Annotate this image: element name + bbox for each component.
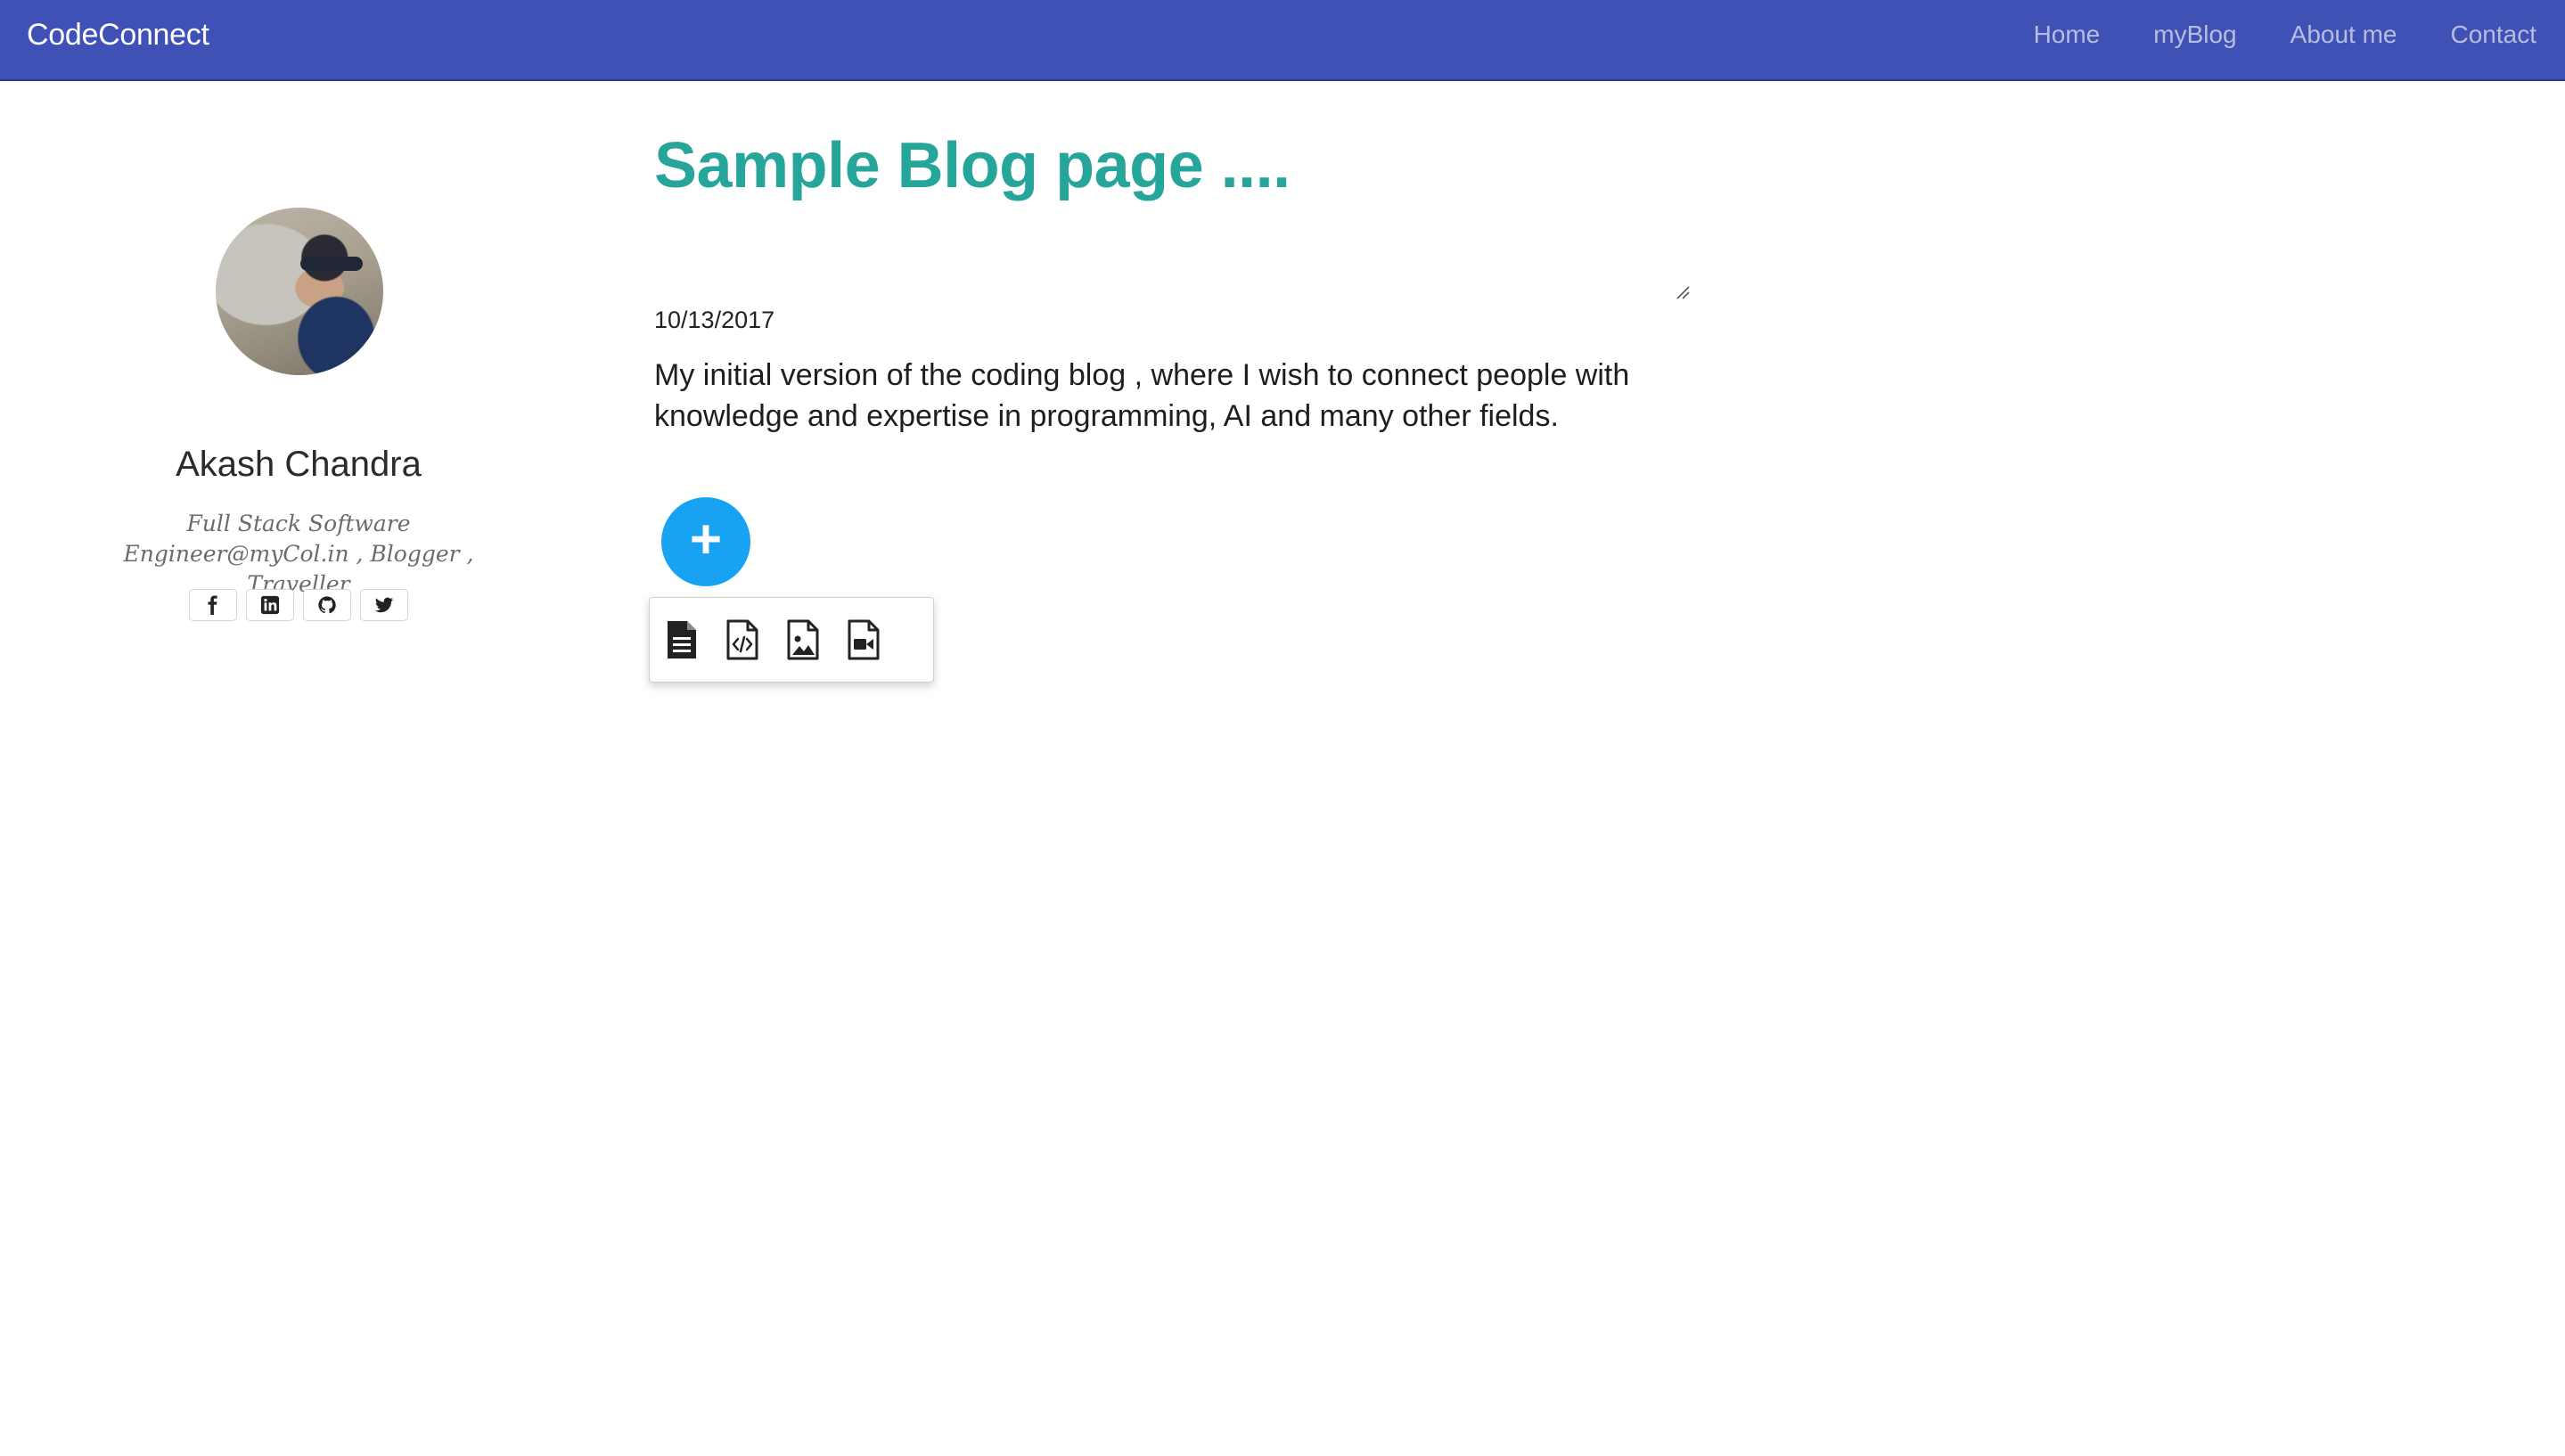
- nav-link-myblog[interactable]: myBlog: [2153, 20, 2236, 49]
- facebook-icon: [208, 595, 217, 615]
- code-file-icon: [726, 619, 758, 660]
- github-icon: [318, 596, 336, 614]
- video-file-icon: [848, 619, 880, 660]
- avatar: [216, 208, 383, 375]
- top-navbar: CodeConnect Home myBlog About me Contact: [0, 0, 2565, 81]
- resize-handle-icon[interactable]: [1676, 285, 1690, 299]
- add-image-button[interactable]: [783, 618, 823, 662]
- profile-bio: Full Stack Software Engineer@myCol.in , …: [123, 511, 474, 597]
- facebook-button[interactable]: [189, 589, 237, 621]
- blog-content[interactable]: My initial version of the coding blog , …: [654, 355, 1706, 437]
- nav-links: Home myBlog About me Contact: [2034, 20, 2536, 49]
- nav-link-about[interactable]: About me: [2290, 20, 2397, 49]
- linkedin-icon: [260, 595, 280, 615]
- add-video-button[interactable]: [844, 618, 883, 662]
- nav-link-contact[interactable]: Contact: [2451, 20, 2537, 49]
- add-text-button[interactable]: [662, 618, 701, 662]
- github-button[interactable]: [303, 589, 351, 621]
- add-code-button[interactable]: [723, 618, 762, 662]
- twitter-button[interactable]: [360, 589, 408, 621]
- plus-icon: +: [689, 509, 723, 570]
- text-document-icon: [668, 621, 696, 658]
- nav-link-home[interactable]: Home: [2034, 20, 2101, 49]
- add-content-button[interactable]: +: [661, 497, 750, 586]
- profile-name: Akash Chandra: [176, 445, 422, 484]
- blog-title[interactable]: Sample Blog page ....: [654, 129, 1291, 202]
- twitter-icon: [374, 597, 394, 613]
- brand-logo[interactable]: CodeConnect: [27, 18, 209, 53]
- image-file-icon: [787, 619, 819, 660]
- linkedin-button[interactable]: [246, 589, 294, 621]
- social-links: [189, 589, 408, 621]
- content-type-menu: [649, 597, 934, 683]
- blog-date: 10/13/2017: [654, 307, 775, 333]
